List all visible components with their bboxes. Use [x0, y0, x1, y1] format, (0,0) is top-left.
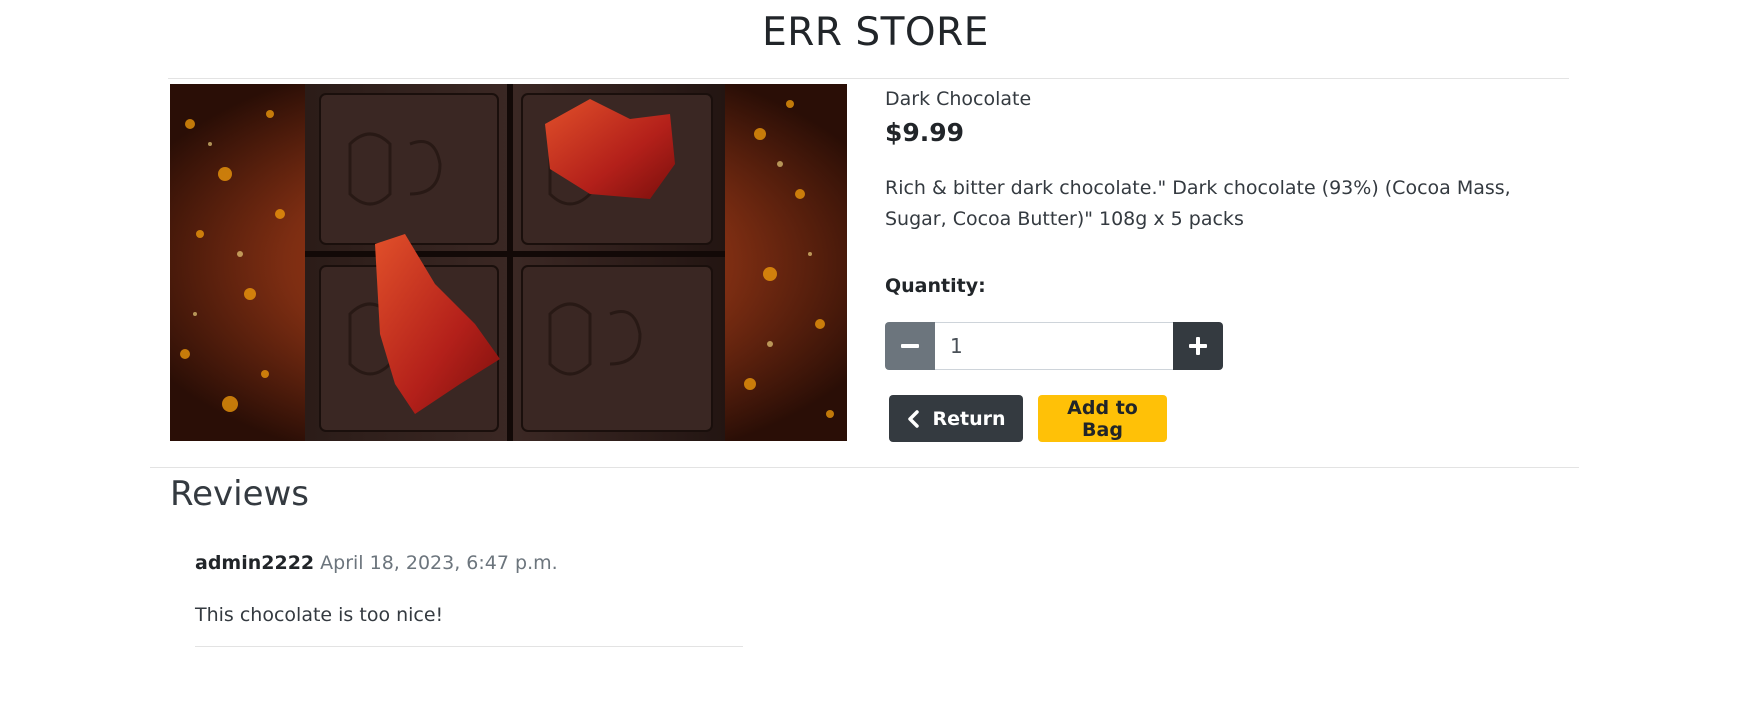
- review-date: April 18, 2023, 6:47 p.m.: [320, 552, 558, 574]
- increment-quantity-button[interactable]: [1173, 322, 1223, 370]
- review-author: admin2222: [195, 552, 315, 574]
- quantity-label: Quantity:: [885, 275, 986, 297]
- review-item: admin2222 April 18, 2023, 6:47 p.m. This …: [195, 552, 743, 647]
- review-body: This chocolate is too nice!: [195, 604, 444, 626]
- product-detail-page: ERR STORE Dark Chocolate $9.99 Rich & bi…: [0, 0, 1751, 717]
- return-button[interactable]: Return: [889, 395, 1023, 442]
- minus-icon: [901, 344, 919, 348]
- product-name: Dark Chocolate: [885, 88, 1032, 110]
- quantity-input[interactable]: [935, 322, 1173, 370]
- chevron-left-icon: [908, 409, 920, 428]
- product-description: Rich & bitter dark chocolate." Dark choc…: [885, 177, 1511, 230]
- store-title[interactable]: ERR STORE: [0, 10, 1751, 55]
- header-divider: [168, 78, 1569, 79]
- reviews-heading: Reviews: [170, 474, 310, 514]
- quantity-stepper: [885, 322, 1223, 370]
- add-to-bag-button[interactable]: Add to Bag: [1038, 395, 1167, 442]
- product-price: $9.99: [885, 118, 965, 147]
- product-image: [170, 84, 847, 441]
- return-button-label: Return: [932, 407, 1006, 430]
- decrement-quantity-button[interactable]: [885, 322, 935, 370]
- section-divider: [150, 467, 1579, 468]
- plus-icon: [1189, 337, 1207, 355]
- review-divider: [195, 646, 743, 647]
- review-header: admin2222 April 18, 2023, 6:47 p.m.: [195, 552, 743, 574]
